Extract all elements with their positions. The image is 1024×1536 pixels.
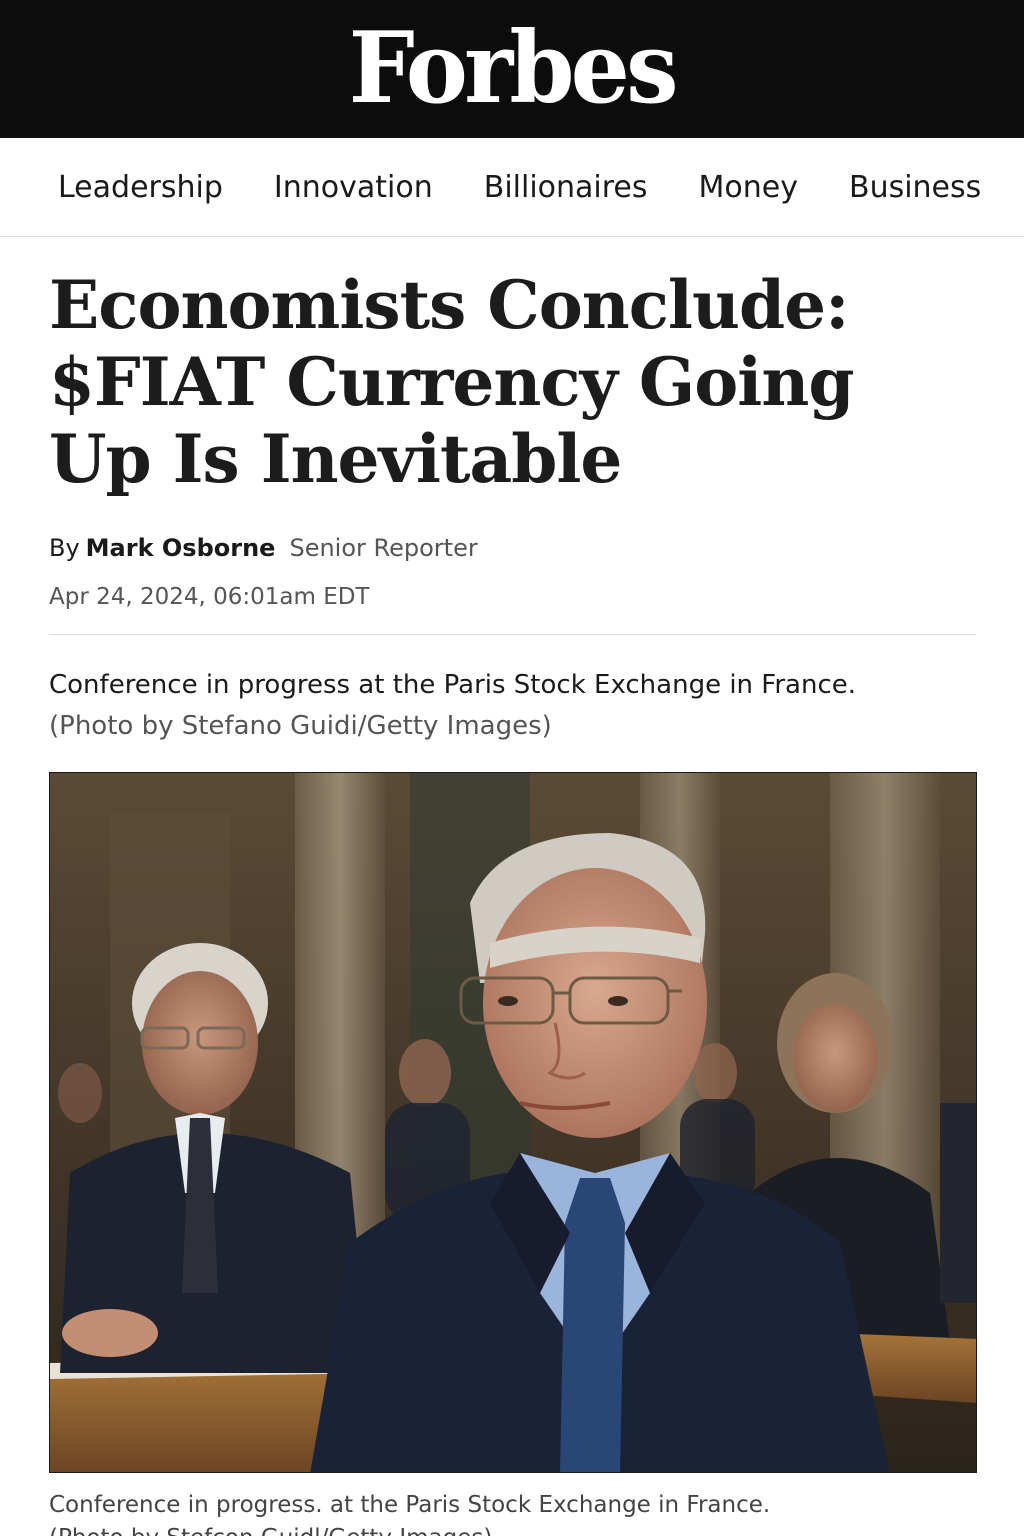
nav-item-innovation[interactable]: Innovation [274,170,433,205]
byline: By Mark Osborne Senior Reporter [49,534,976,562]
conference-photo[interactable] [49,772,977,1473]
photo-caption: Conference in progress. at the Paris Sto… [49,1489,976,1536]
article-page: Forbes Leadership Innovation Billionaire… [0,0,1024,1536]
article-headline: Economists Conclude: $FIAT Currency Goin… [49,266,854,498]
author-role: Senior Reporter [289,534,478,562]
article-body: Economists Conclude: $FIAT Currency Goin… [0,267,1024,1536]
nav-item-money[interactable]: Money [699,170,798,205]
forbes-logo[interactable]: Forbes [349,20,679,118]
nav-item-leadership[interactable]: Leadership [58,170,223,205]
photo-caption-line1: Conference in progress. at the Paris Sto… [49,1492,771,1518]
nav-item-business[interactable]: Business [849,170,981,205]
lead-photo-credit: (Photo by Stefano Guidi/Getty Images) [49,711,552,741]
publish-date: Apr 24, 2024, 06:01am EDT [49,584,370,610]
section-nav: Leadership Innovation Billionaires Money… [0,138,1024,237]
photo-illustration [50,773,976,1472]
lead-caption-text: Conference in progress at the Paris Stoc… [49,670,857,700]
nav-item-billionaires[interactable]: Billionaires [484,170,648,205]
masthead: Forbes [0,0,1024,138]
author-link[interactable]: Mark Osborne [86,534,276,562]
divider [49,634,976,635]
photo-caption-line2: (Photo by Stefcon Guidl/Getty Images) [49,1522,976,1536]
lead-caption: Conference in progress at the Paris Stoc… [49,665,976,747]
byline-prefix: By [49,534,80,562]
